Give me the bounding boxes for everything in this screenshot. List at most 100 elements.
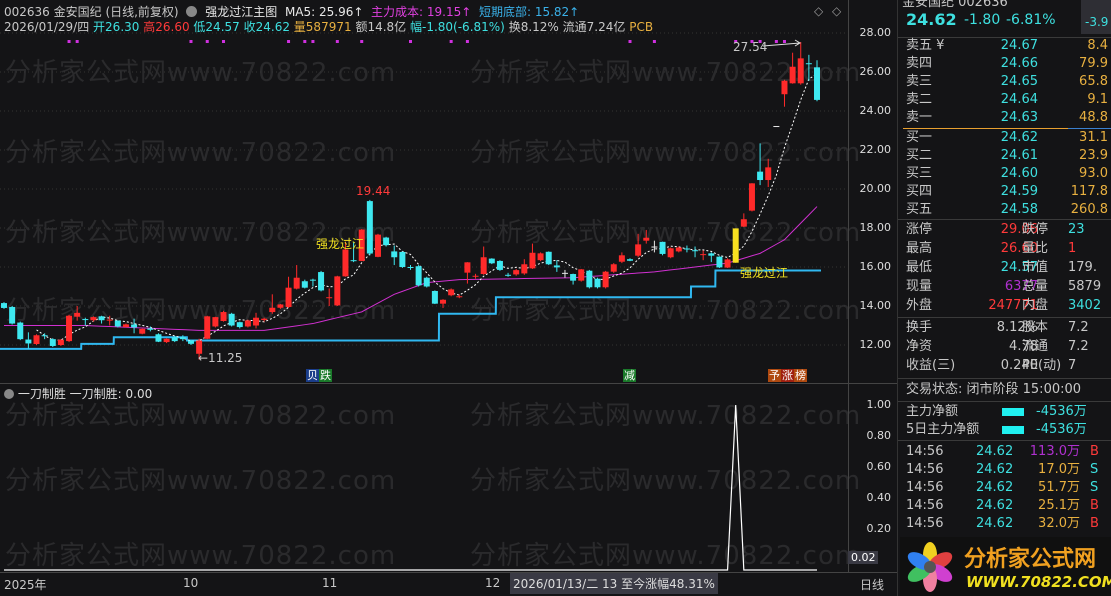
price-chart[interactable] — [0, 0, 848, 383]
candle[interactable] — [106, 315, 113, 326]
candle[interactable] — [334, 275, 341, 306]
candle[interactable] — [374, 233, 381, 258]
candle[interactable] — [220, 310, 227, 322]
event-tag[interactable]: 贝跌 — [306, 368, 332, 382]
candle[interactable] — [659, 241, 666, 256]
candle[interactable] — [480, 246, 487, 275]
sector[interactable]: PCB — [629, 20, 653, 34]
candle[interactable] — [505, 272, 512, 277]
period-button[interactable]: 日线 — [860, 576, 884, 593]
candle[interactable] — [383, 236, 390, 247]
candle[interactable] — [635, 233, 642, 258]
candle[interactable] — [537, 252, 544, 262]
candle[interactable] — [147, 326, 154, 332]
candle[interactable] — [277, 304, 284, 309]
candle[interactable] — [155, 333, 162, 343]
candle[interactable] — [602, 270, 609, 289]
diamond-icon[interactable]: ◇ — [832, 4, 841, 18]
candle[interactable] — [643, 229, 650, 244]
candle[interactable] — [301, 279, 308, 289]
candle[interactable] — [692, 246, 699, 258]
indicator-menu-icon[interactable] — [186, 6, 198, 17]
candle[interactable] — [90, 316, 97, 322]
candle[interactable] — [228, 312, 235, 327]
candle[interactable] — [594, 277, 601, 289]
candle[interactable] — [732, 228, 739, 263]
candle[interactable] — [561, 269, 568, 278]
candle[interactable] — [716, 256, 723, 268]
candle[interactable] — [66, 314, 73, 343]
candle[interactable] — [57, 339, 64, 346]
candle[interactable] — [570, 273, 577, 285]
candle[interactable] — [431, 290, 438, 305]
candle[interactable] — [521, 259, 528, 275]
candle[interactable] — [212, 316, 219, 328]
candle[interactable] — [98, 315, 105, 324]
candle[interactable] — [204, 315, 211, 340]
candle[interactable] — [309, 278, 316, 287]
candle[interactable] — [366, 199, 373, 256]
event-tag[interactable]: 予涨榜 — [768, 368, 807, 382]
candle[interactable] — [236, 321, 243, 329]
candle[interactable] — [488, 258, 495, 265]
candle[interactable] — [618, 252, 625, 264]
candle[interactable] — [610, 263, 617, 273]
candle[interactable] — [513, 268, 520, 276]
candle[interactable] — [1, 302, 7, 309]
candle[interactable] — [586, 269, 593, 289]
candle[interactable] — [179, 335, 186, 342]
candle[interactable] — [25, 332, 32, 349]
time-axis[interactable] — [0, 572, 897, 596]
candle[interactable] — [773, 126, 780, 128]
candle[interactable] — [789, 52, 796, 84]
candle[interactable] — [765, 158, 772, 188]
indicator-name[interactable]: 强龙过江主图 — [205, 5, 277, 19]
indicator-chart[interactable] — [0, 383, 848, 572]
candle[interactable] — [529, 243, 536, 269]
candle[interactable] — [496, 260, 503, 271]
candle[interactable] — [757, 143, 764, 186]
candle[interactable] — [293, 265, 300, 290]
candle[interactable] — [285, 276, 292, 308]
candle[interactable] — [440, 299, 447, 308]
candle[interactable] — [781, 79, 788, 107]
candle[interactable] — [627, 258, 634, 262]
candle[interactable] — [74, 306, 81, 321]
candle[interactable] — [131, 318, 138, 334]
candle[interactable] — [244, 319, 251, 328]
candle[interactable] — [82, 317, 89, 326]
candle[interactable] — [326, 288, 333, 306]
candle[interactable] — [318, 270, 325, 292]
candle[interactable] — [253, 312, 260, 329]
candle[interactable] — [814, 60, 820, 102]
candle[interactable] — [399, 251, 406, 268]
candle[interactable] — [472, 273, 479, 279]
candle[interactable] — [114, 320, 121, 328]
candle[interactable] — [269, 294, 276, 314]
candle[interactable] — [545, 251, 552, 266]
candle[interactable] — [805, 54, 812, 81]
candle[interactable] — [139, 328, 146, 335]
candle[interactable] — [553, 260, 560, 272]
candle[interactable] — [423, 276, 430, 288]
event-tag[interactable]: 减 — [623, 368, 636, 382]
candle[interactable] — [41, 333, 48, 340]
candle[interactable] — [122, 323, 129, 328]
candle[interactable] — [163, 338, 170, 344]
candle[interactable] — [261, 317, 268, 322]
candle[interactable] — [651, 240, 658, 253]
candle[interactable] — [700, 250, 707, 261]
candle[interactable] — [683, 245, 690, 253]
candle[interactable] — [415, 265, 422, 287]
candle[interactable] — [740, 213, 747, 228]
candle[interactable] — [448, 288, 455, 297]
candle[interactable] — [797, 41, 804, 85]
diamond-icon[interactable]: ◇ — [814, 4, 823, 18]
pane-divider[interactable] — [0, 383, 897, 384]
indicator-menu-icon[interactable] — [4, 389, 14, 399]
candle[interactable] — [391, 245, 398, 266]
candle[interactable] — [667, 247, 674, 259]
candle[interactable] — [724, 258, 731, 268]
candle[interactable] — [17, 321, 24, 341]
candle[interactable] — [708, 252, 715, 263]
